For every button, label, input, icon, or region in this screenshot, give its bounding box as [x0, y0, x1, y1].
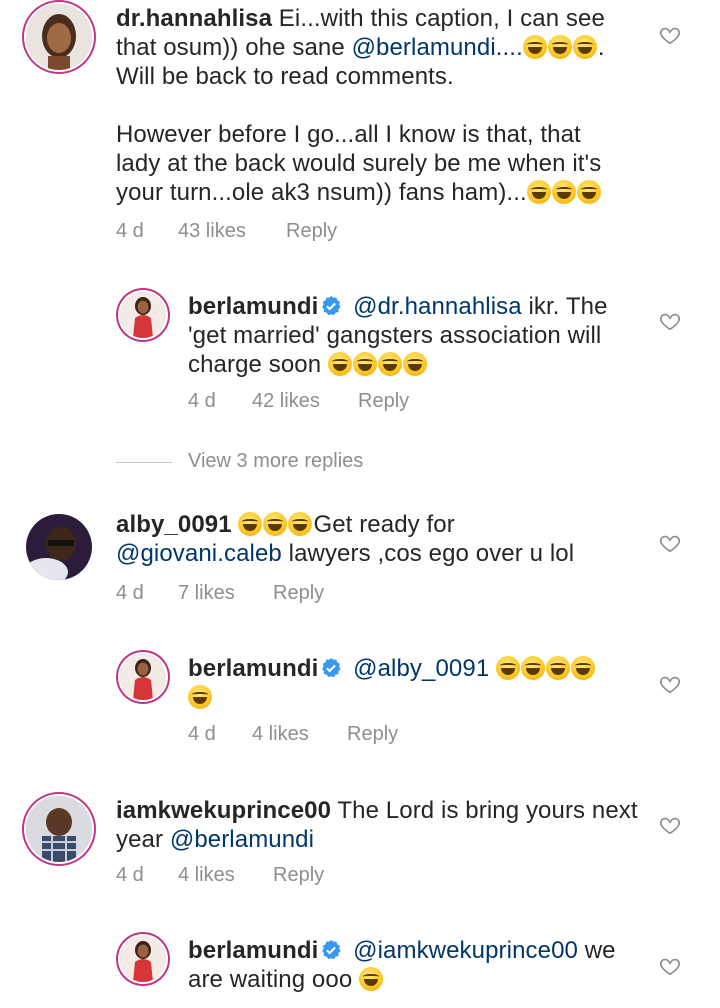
comment-text: are waiting ooo: [188, 966, 353, 993]
like-count[interactable]: 4 likes: [178, 864, 235, 887]
avatar-image: [120, 292, 166, 338]
verified-badge-icon: [322, 657, 341, 678]
comment-text: Ei...with this caption, I can see: [278, 5, 605, 32]
heart-outline-icon[interactable]: [659, 532, 681, 554]
like-count[interactable]: 7 likes: [178, 582, 235, 605]
avatar[interactable]: [26, 4, 92, 70]
reply-button[interactable]: Reply: [273, 582, 324, 605]
avatar-image: [120, 654, 166, 700]
heart-outline-icon[interactable]: [659, 310, 681, 332]
comment-text: However before I go...all I know is that…: [116, 121, 581, 148]
comment-age: 4 d: [188, 390, 216, 412]
reply-button[interactable]: Reply: [358, 390, 409, 413]
comment-text: ikr. The: [521, 293, 608, 320]
heart-outline-icon[interactable]: [659, 673, 681, 695]
laughing-emoji-icon: [327, 352, 352, 376]
laughing-emoji-icon: [263, 512, 288, 536]
laughing-emoji-icon: [496, 656, 521, 680]
laughing-emoji-icon: [572, 35, 597, 59]
avatar-image: [26, 514, 92, 580]
comment-age: 4 d: [188, 723, 216, 745]
laughing-emoji-icon: [188, 685, 212, 709]
comment-meta: 4 d 42 likes Reply: [188, 390, 488, 416]
heart-outline-icon[interactable]: [659, 814, 681, 836]
username[interactable]: berlamundi: [188, 293, 318, 320]
comment-text: charge soon: [188, 351, 322, 378]
comment-body: berlamundi @iamkwekuprince00 we are wait…: [188, 936, 648, 994]
comment-body: dr.hannahlisa Ei...with this caption, I …: [116, 4, 676, 207]
reply-button[interactable]: Reply: [347, 723, 398, 746]
comment-text: .: [597, 34, 605, 61]
comment-meta: 4 d 4 likes Reply: [116, 864, 416, 890]
comment-body: iamkwekuprince00 The Lord is bring yours…: [116, 796, 656, 854]
comment-body: alby_0091 Get ready for @giovani.caleb l…: [116, 510, 656, 568]
divider: [116, 462, 172, 463]
laughing-emoji-icon: [551, 180, 576, 204]
verified-badge-icon: [322, 295, 341, 316]
comment-text: your turn...ole ak3 nsum)) fans ham)...: [116, 179, 527, 206]
username[interactable]: dr.hannahlisa: [116, 5, 272, 32]
laughing-emoji-icon: [288, 512, 313, 536]
laughing-emoji-icon: [576, 180, 601, 204]
comment-text: that osum)) ohe sane: [116, 34, 352, 61]
comment-text: we: [577, 937, 616, 964]
mention-link[interactable]: @iamkwekuprince00: [353, 937, 578, 964]
avatar-image: [26, 4, 92, 70]
comment-age: 4 d: [116, 582, 144, 604]
view-more-replies[interactable]: View 3 more replies: [116, 450, 376, 480]
laughing-emoji-icon: [547, 35, 572, 59]
mention-link[interactable]: @berlamundi: [170, 826, 314, 853]
comment-meta: 4 d 43 likes Reply: [116, 220, 516, 246]
comment-age: 4 d: [116, 220, 144, 242]
avatar[interactable]: [120, 936, 166, 982]
view-more-replies-label[interactable]: View 3 more replies: [188, 450, 363, 473]
laughing-emoji-icon: [352, 352, 377, 376]
username[interactable]: alby_0091: [116, 511, 232, 538]
laughing-emoji-icon: [571, 656, 596, 680]
laughing-emoji-icon: [526, 180, 551, 204]
comment-text: lawyers ,cos ego over u lol: [281, 540, 575, 567]
laughing-emoji-icon: [402, 352, 427, 376]
comment-text: Get ready for: [313, 511, 455, 538]
mention-link[interactable]: @alby_0091: [353, 655, 489, 682]
heart-outline-icon[interactable]: [659, 24, 681, 46]
verified-badge-icon: [322, 939, 341, 960]
avatar[interactable]: [120, 292, 166, 338]
like-count[interactable]: 4 likes: [252, 723, 309, 746]
laughing-emoji-icon: [546, 656, 571, 680]
comment-meta: 4 d 7 likes Reply: [116, 582, 416, 608]
comment-text: lady at the back would surely be me when…: [116, 150, 602, 177]
comment-body: berlamundi @alby_0091: [188, 654, 648, 712]
comment-meta: 4 d 4 likes Reply: [188, 723, 488, 749]
username[interactable]: berlamundi: [188, 937, 318, 964]
mention-link[interactable]: @giovani.caleb: [116, 540, 282, 567]
like-count[interactable]: 43 likes: [178, 220, 246, 243]
laughing-emoji-icon: [377, 352, 402, 376]
avatar[interactable]: [26, 514, 92, 580]
avatar-image: [26, 796, 92, 862]
mention-link[interactable]: @dr.hannahlisa: [353, 293, 522, 320]
avatar[interactable]: [26, 796, 92, 862]
username[interactable]: iamkwekuprince00: [116, 797, 331, 824]
comment-age: 4 d: [116, 864, 144, 886]
reply-button[interactable]: Reply: [286, 220, 337, 243]
comment-text: 'get married' gangsters association will: [188, 322, 602, 349]
heart-outline-icon[interactable]: [659, 955, 681, 977]
username[interactable]: berlamundi: [188, 655, 318, 682]
avatar-image: [120, 936, 166, 982]
comment-text: year: [116, 826, 170, 853]
comment-text: The Lord is bring yours next: [331, 797, 638, 824]
avatar[interactable]: [120, 654, 166, 700]
reply-button[interactable]: Reply: [273, 864, 324, 887]
laughing-emoji-icon: [359, 967, 384, 991]
laughing-emoji-icon: [521, 656, 546, 680]
laughing-emoji-icon: [238, 512, 263, 536]
mention-link[interactable]: @berlamundi....: [352, 34, 523, 61]
comment-body: berlamundi @dr.hannahlisa ikr. The 'get …: [188, 292, 648, 379]
like-count[interactable]: 42 likes: [252, 390, 320, 413]
comment-text: Will be back to read comments.: [116, 63, 454, 90]
laughing-emoji-icon: [522, 35, 547, 59]
